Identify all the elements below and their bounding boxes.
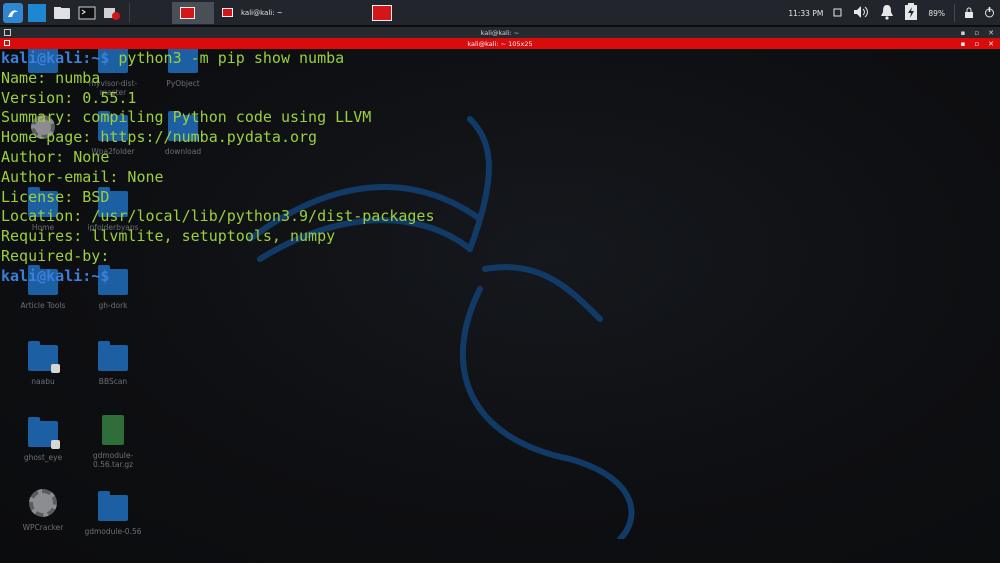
output-line: License: BSD <box>1 187 110 206</box>
power-icon[interactable] <box>984 6 995 20</box>
battery-icon[interactable] <box>904 3 918 23</box>
terminal-window-icon <box>180 6 195 19</box>
top-panel: kali@kali: ~ 11:33 PM 89% <box>0 0 1000 26</box>
file-manager-icon[interactable] <box>51 3 73 23</box>
command-line: kali@kali:~$ python3 -m pip show numba <box>1 49 1000 69</box>
tab-title: kali@kali: ~ 105x25 <box>467 39 533 48</box>
task-button[interactable] <box>364 2 400 24</box>
workspace-1[interactable] <box>28 3 46 22</box>
terminal-tab-bar[interactable]: kali@kali: ~ 105x25 ▪ ▫ ✕ <box>0 38 1000 49</box>
clock[interactable]: 11:33 PM <box>788 9 823 18</box>
terminal-window-icon <box>222 8 233 17</box>
notification-bell-icon[interactable] <box>880 4 894 22</box>
output-line: Requires: llvmlite, setuptools, numpy <box>1 227 336 246</box>
command-text: python3 -m pip show numba <box>109 49 345 67</box>
tab-close-icon[interactable]: ✕ <box>988 40 994 48</box>
output-line: Required-by: <box>1 246 110 265</box>
task-label: kali@kali: ~ <box>241 8 283 17</box>
prompt-user: kali@kali <box>1 49 83 67</box>
panel-separator <box>129 2 130 23</box>
window-titlebar[interactable]: kali@kali: ~ ▪ ▫ ✕ <box>0 27 1000 38</box>
window-title: kali@kali: ~ <box>480 28 520 37</box>
window-menu-icon[interactable] <box>4 29 11 36</box>
terminal-launcher-icon[interactable] <box>76 3 98 23</box>
system-tray: 11:33 PM 89% <box>783 0 1000 26</box>
tab-menu-icon[interactable] <box>4 40 10 46</box>
output-line: Home-page: https://numba.pydata.org <box>1 128 318 147</box>
tray-separator <box>954 4 955 22</box>
kali-dragon-icon <box>3 2 23 23</box>
terminal-window-icon <box>372 4 392 21</box>
maximize-icon[interactable]: ▫ <box>974 29 979 37</box>
lock-screen-icon[interactable] <box>964 7 974 20</box>
prompt-user: kali@kali <box>1 266 83 285</box>
battery-percent: 89% <box>928 8 945 18</box>
workspace-indicator-icon[interactable] <box>833 8 842 19</box>
output-line: Summary: compiling Python code using LLV… <box>1 108 372 127</box>
task-button-active[interactable] <box>172 1 214 24</box>
task-button-terminal[interactable]: kali@kali: ~ <box>214 2 364 24</box>
output-line: Location: /usr/local/lib/python3.9/dist-… <box>1 207 435 226</box>
tab-maximize-icon[interactable]: ▫ <box>974 40 979 48</box>
prompt-path: :~$ <box>82 266 110 285</box>
output-line: Version: 0.55.1 <box>1 88 137 107</box>
minimize-icon[interactable]: ▪ <box>961 29 966 37</box>
output-line: Author: None <box>1 147 110 166</box>
close-icon[interactable]: ✕ <box>988 29 994 37</box>
screen-recorder-icon[interactable] <box>101 3 123 23</box>
volume-icon[interactable] <box>852 4 870 22</box>
app-menu-button[interactable] <box>0 0 26 26</box>
output-line: Author-email: None <box>1 167 164 186</box>
terminal-area[interactable]: kali@kali:~$ python3 -m pip show numba N… <box>0 49 1000 563</box>
output-line: Name: numba <box>1 68 101 87</box>
active-prompt-line: kali@kali:~$ <box>1 267 1000 287</box>
tab-minimize-icon[interactable]: ▪ <box>961 40 966 48</box>
task-list: kali@kali: ~ <box>136 0 400 26</box>
task-button[interactable] <box>136 2 172 24</box>
prompt-path: :~$ <box>82 49 110 67</box>
